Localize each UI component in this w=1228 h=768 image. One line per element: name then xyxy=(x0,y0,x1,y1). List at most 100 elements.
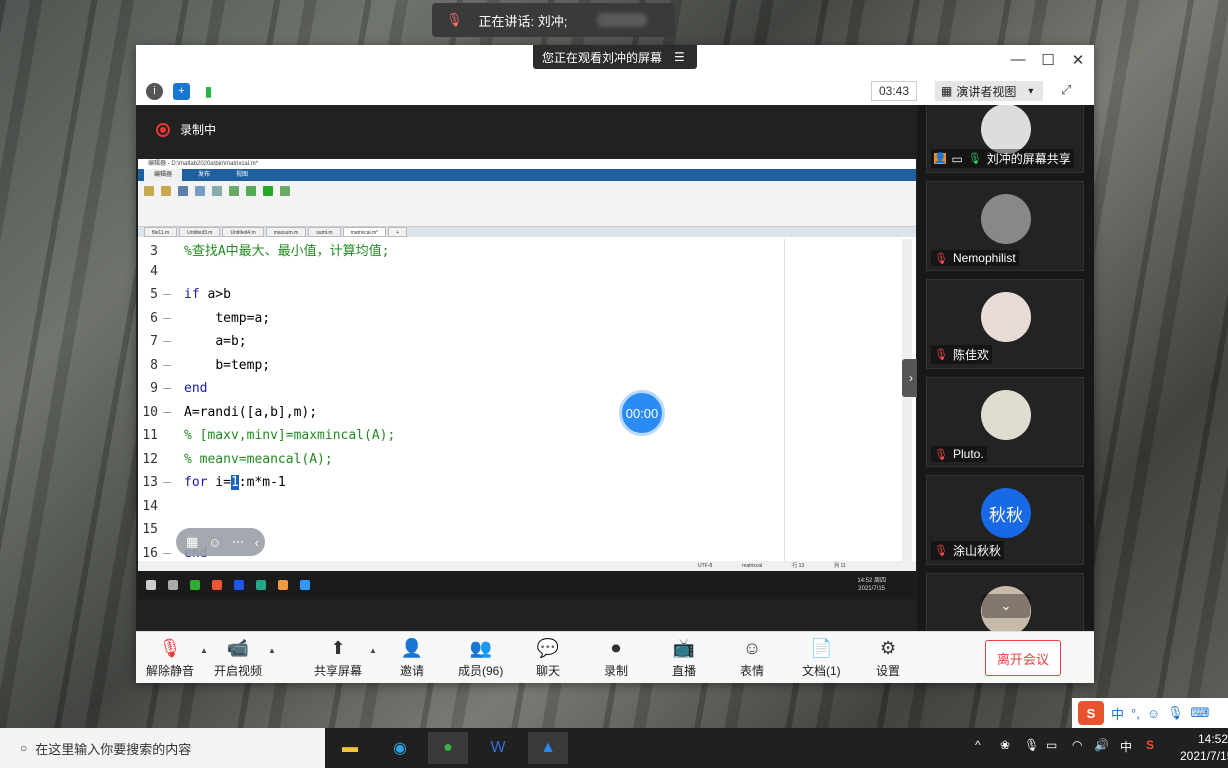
mic-icon[interactable]: 🎙 xyxy=(1024,738,1039,752)
maximize-button[interactable]: ☐ xyxy=(1038,51,1058,69)
live-button[interactable]: 📺 直播 xyxy=(672,636,696,679)
code-editor[interactable]: 3 %查找A中最大、最小值，计算均值; 4 5— if a>b 6— temp=a; 7— … xyxy=(138,239,912,561)
ribbon-icon[interactable] xyxy=(144,186,154,196)
share-screen-button[interactable]: ⬆ 共享屏幕 xyxy=(314,636,362,679)
ribbon-icon[interactable] xyxy=(280,186,290,196)
run-icon[interactable] xyxy=(263,186,273,196)
ribbon-icon[interactable] xyxy=(246,186,256,196)
punct-icon[interactable]: °, xyxy=(1131,706,1140,721)
shield-icon[interactable]: + xyxy=(173,82,190,100)
viewing-banner[interactable]: 您正在观看刘冲的屏幕 ☰ xyxy=(533,45,697,69)
reactions-button[interactable]: ☺ 表情 xyxy=(740,636,764,679)
scroll-down-button[interactable]: ⌄ xyxy=(982,594,1030,618)
participant-tile[interactable]: 👤 ▭ 🎙 刘冲的屏幕共享 xyxy=(926,105,1084,173)
mic-icon[interactable]: 🎙 xyxy=(1167,705,1184,721)
chevron-up-icon[interactable]: ▲ xyxy=(200,646,208,655)
start-video-button[interactable]: 📹 开启视频 xyxy=(214,636,262,679)
breakpoint-marker[interactable]: — xyxy=(158,334,176,349)
matlab-tab[interactable]: 发布 xyxy=(188,169,220,181)
sogou-tray-icon[interactable]: S xyxy=(1146,738,1154,752)
file-tab[interactable]: maxsum.m xyxy=(265,227,307,237)
new-tab-button[interactable]: + xyxy=(388,227,408,237)
invite-button[interactable]: 👤 邀请 xyxy=(400,636,424,679)
fullscreen-icon[interactable]: ⤢ xyxy=(1061,82,1071,98)
view-selector[interactable]: ▦ 演讲者视图 ▾ xyxy=(935,81,1043,101)
members-button[interactable]: 👥 成员(96) xyxy=(458,636,503,679)
more-icon[interactable]: ⋯ xyxy=(232,534,245,550)
ribbon-icon[interactable] xyxy=(178,186,188,196)
breakpoint-marker[interactable]: — xyxy=(158,405,176,420)
matlab-tab[interactable]: 编辑器 xyxy=(144,169,183,181)
file-tab[interactable]: file11.m xyxy=(144,227,178,237)
unmute-button[interactable]: 🎙 解除静音 xyxy=(146,636,194,679)
emoji-icon[interactable]: ☺ xyxy=(208,535,221,550)
code-line[interactable]: 10— A=randi([a,b],m); xyxy=(138,405,317,428)
ribbon-icon[interactable] xyxy=(229,186,239,196)
code-line[interactable]: 4 xyxy=(138,264,184,287)
code-line[interactable]: 6— temp=a; xyxy=(138,311,270,334)
ribbon-icon[interactable] xyxy=(195,186,205,196)
info-icon[interactable]: i xyxy=(146,82,163,100)
code-line[interactable]: 13— for i=1:m*m-1 xyxy=(138,475,286,498)
participant-tile[interactable]: 🎙 Pluto. xyxy=(926,377,1084,467)
participant-tile[interactable]: 🎙 Nemophilist xyxy=(926,181,1084,271)
breakpoint-marker[interactable]: — xyxy=(158,287,176,302)
code-line[interactable]: 8— b=temp; xyxy=(138,358,270,381)
leave-meeting-button[interactable]: 离开会议 xyxy=(985,640,1061,676)
matlab-tab[interactable]: 视图 xyxy=(226,169,258,181)
volume-icon[interactable]: 🔊 xyxy=(1094,738,1109,752)
edge-icon[interactable]: ◉ xyxy=(380,732,420,764)
layout-icon[interactable]: ▦ xyxy=(186,534,198,550)
chevron-up-icon[interactable]: ▲ xyxy=(369,646,377,655)
chat-button[interactable]: 💬 聊天 xyxy=(536,636,560,679)
code-text: %查找A中最大、最小值，计算均值; xyxy=(184,240,389,259)
system-clock[interactable]: 14:52 2021/7/15 xyxy=(1180,731,1228,765)
breakpoint-marker[interactable]: — xyxy=(158,311,176,326)
breakpoint-marker[interactable]: — xyxy=(158,381,176,396)
code-line[interactable]: 12 % meanv=meancal(A); xyxy=(138,452,332,475)
file-tab[interactable]: sumt.m xyxy=(308,227,341,237)
battery-icon[interactable]: ▭ xyxy=(1046,738,1057,752)
ime-lang[interactable]: 中 xyxy=(1111,704,1124,723)
tray-app-icon[interactable]: ❀ xyxy=(1000,738,1010,752)
ribbon-icon[interactable] xyxy=(212,186,222,196)
meeting-app-icon[interactable]: ▲ xyxy=(528,732,568,764)
wechat-icon[interactable]: ● xyxy=(428,732,468,764)
file-explorer-icon[interactable]: ▬ xyxy=(330,732,370,764)
collapse-icon[interactable]: ‹ xyxy=(255,535,259,550)
breakpoint-marker[interactable]: — xyxy=(158,358,176,373)
code-line[interactable]: 7— a=b; xyxy=(138,334,246,357)
documents-button[interactable]: 📄 文档(1) xyxy=(802,636,841,679)
tray-arrow-icon[interactable]: ^ xyxy=(975,738,981,752)
ribbon-icon[interactable] xyxy=(161,186,171,196)
participant-tile[interactable]: 🎙 陈佳欢 xyxy=(926,279,1084,369)
file-tab[interactable]: matrixcal.m* xyxy=(342,227,387,237)
record-button[interactable]: ⏺ 录制 xyxy=(604,636,628,679)
code-line[interactable]: 11 % [maxv,minv]=maxmincal(A); xyxy=(138,428,395,451)
participant-tile[interactable]: ⌄ xyxy=(926,573,1084,631)
close-button[interactable]: ✕ xyxy=(1068,51,1088,69)
code-line[interactable]: 5— if a>b xyxy=(138,287,231,310)
settings-button[interactable]: ⚙ 设置 xyxy=(876,636,900,679)
minimize-button[interactable]: — xyxy=(1008,51,1028,68)
file-tab[interactable]: Untitled4.m xyxy=(222,227,264,237)
sogou-icon[interactable]: S xyxy=(1078,701,1104,725)
chevron-up-icon[interactable]: ▲ xyxy=(268,646,276,655)
wps-icon[interactable]: W xyxy=(478,732,518,764)
keyboard-icon[interactable]: ⌨ xyxy=(1191,705,1210,721)
ime-indicator[interactable]: 中 xyxy=(1120,738,1132,755)
breakpoint-marker[interactable]: — xyxy=(158,546,176,561)
breakpoint-marker[interactable]: — xyxy=(158,475,176,490)
code-line[interactable]: 3 %查找A中最大、最小值，计算均值; xyxy=(138,240,389,263)
file-tab[interactable]: Untitled3.m xyxy=(179,227,221,237)
wifi-icon[interactable]: ◠ xyxy=(1072,738,1082,752)
taskbar-search[interactable]: ○ 在这里输入你要搜索的内容 xyxy=(0,728,325,768)
floating-toolbar[interactable]: ▦ ☺ ⋯ ‹ xyxy=(176,528,265,556)
editor-scrollbar[interactable] xyxy=(902,239,912,561)
participant-tile[interactable]: 秋秋 🎙 涂山秋秋 xyxy=(926,475,1084,565)
floating-timer[interactable]: 00:00 xyxy=(619,390,665,436)
signal-icon[interactable]: ▮ xyxy=(200,83,217,100)
code-line[interactable]: 9— end xyxy=(138,381,207,404)
code-line[interactable]: 14 xyxy=(138,499,184,522)
emoji-icon[interactable]: ☺ xyxy=(1147,706,1160,721)
